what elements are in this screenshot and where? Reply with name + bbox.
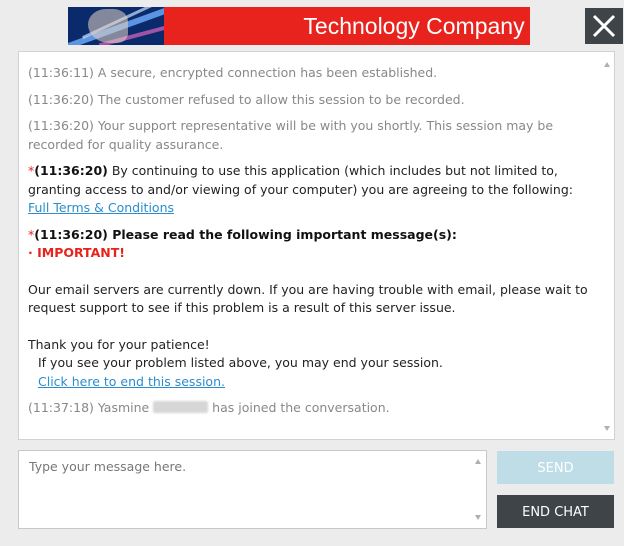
thanks-text: Thank you for your patience! (28, 336, 210, 352)
scroll-up-arrow-icon[interactable] (604, 62, 610, 67)
redacted-name (153, 401, 209, 413)
system-message: (11:36:20) Your support representative w… (28, 118, 554, 152)
terms-message: *(11:36:20) By continuing to use this ap… (28, 162, 593, 218)
message-input[interactable] (19, 451, 474, 528)
notice-body: Our email servers are currently down. If… (28, 281, 588, 316)
end-chat-button[interactable]: END CHAT (497, 495, 614, 528)
company-title: Technology Company (303, 13, 525, 39)
join-message: (11:37:18) Yasmine has joined the conver… (28, 399, 593, 418)
important-notice: *(11:36:20) Please read the following im… (28, 226, 593, 392)
close-icon (592, 14, 616, 38)
close-button[interactable] (585, 8, 623, 44)
message-input-container (18, 450, 487, 529)
join-prefix: (11:37:18) Yasmine (28, 400, 150, 415)
end-session-link[interactable]: Click here to end this session. (38, 374, 225, 389)
company-logo-image (68, 7, 164, 45)
terms-time: (11:36:20) (34, 163, 108, 178)
scroll-down-arrow-icon[interactable] (604, 426, 610, 431)
input-scroll-down-icon[interactable] (475, 515, 481, 520)
system-message: (11:36:11) A secure, encrypted connectio… (28, 65, 438, 80)
system-message: (11:36:20) The customer refused to allow… (28, 91, 465, 107)
important-label: · IMPORTANT! (28, 245, 125, 260)
send-button[interactable]: SEND (497, 451, 614, 484)
input-scroll-up-icon[interactable] (475, 459, 481, 464)
full-terms-link[interactable]: Full Terms & Conditions (28, 200, 174, 215)
header-banner: Technology Company (68, 7, 530, 45)
end-hint-text: If you see your problem listed above, yo… (38, 355, 443, 370)
chat-transcript[interactable]: (11:36:11) A secure, encrypted connectio… (18, 51, 615, 440)
notice-heading: (11:36:20) Please read the following imp… (34, 226, 457, 242)
terms-text: By continuing to use this application (w… (28, 163, 573, 197)
join-suffix: has joined the conversation. (208, 400, 390, 415)
